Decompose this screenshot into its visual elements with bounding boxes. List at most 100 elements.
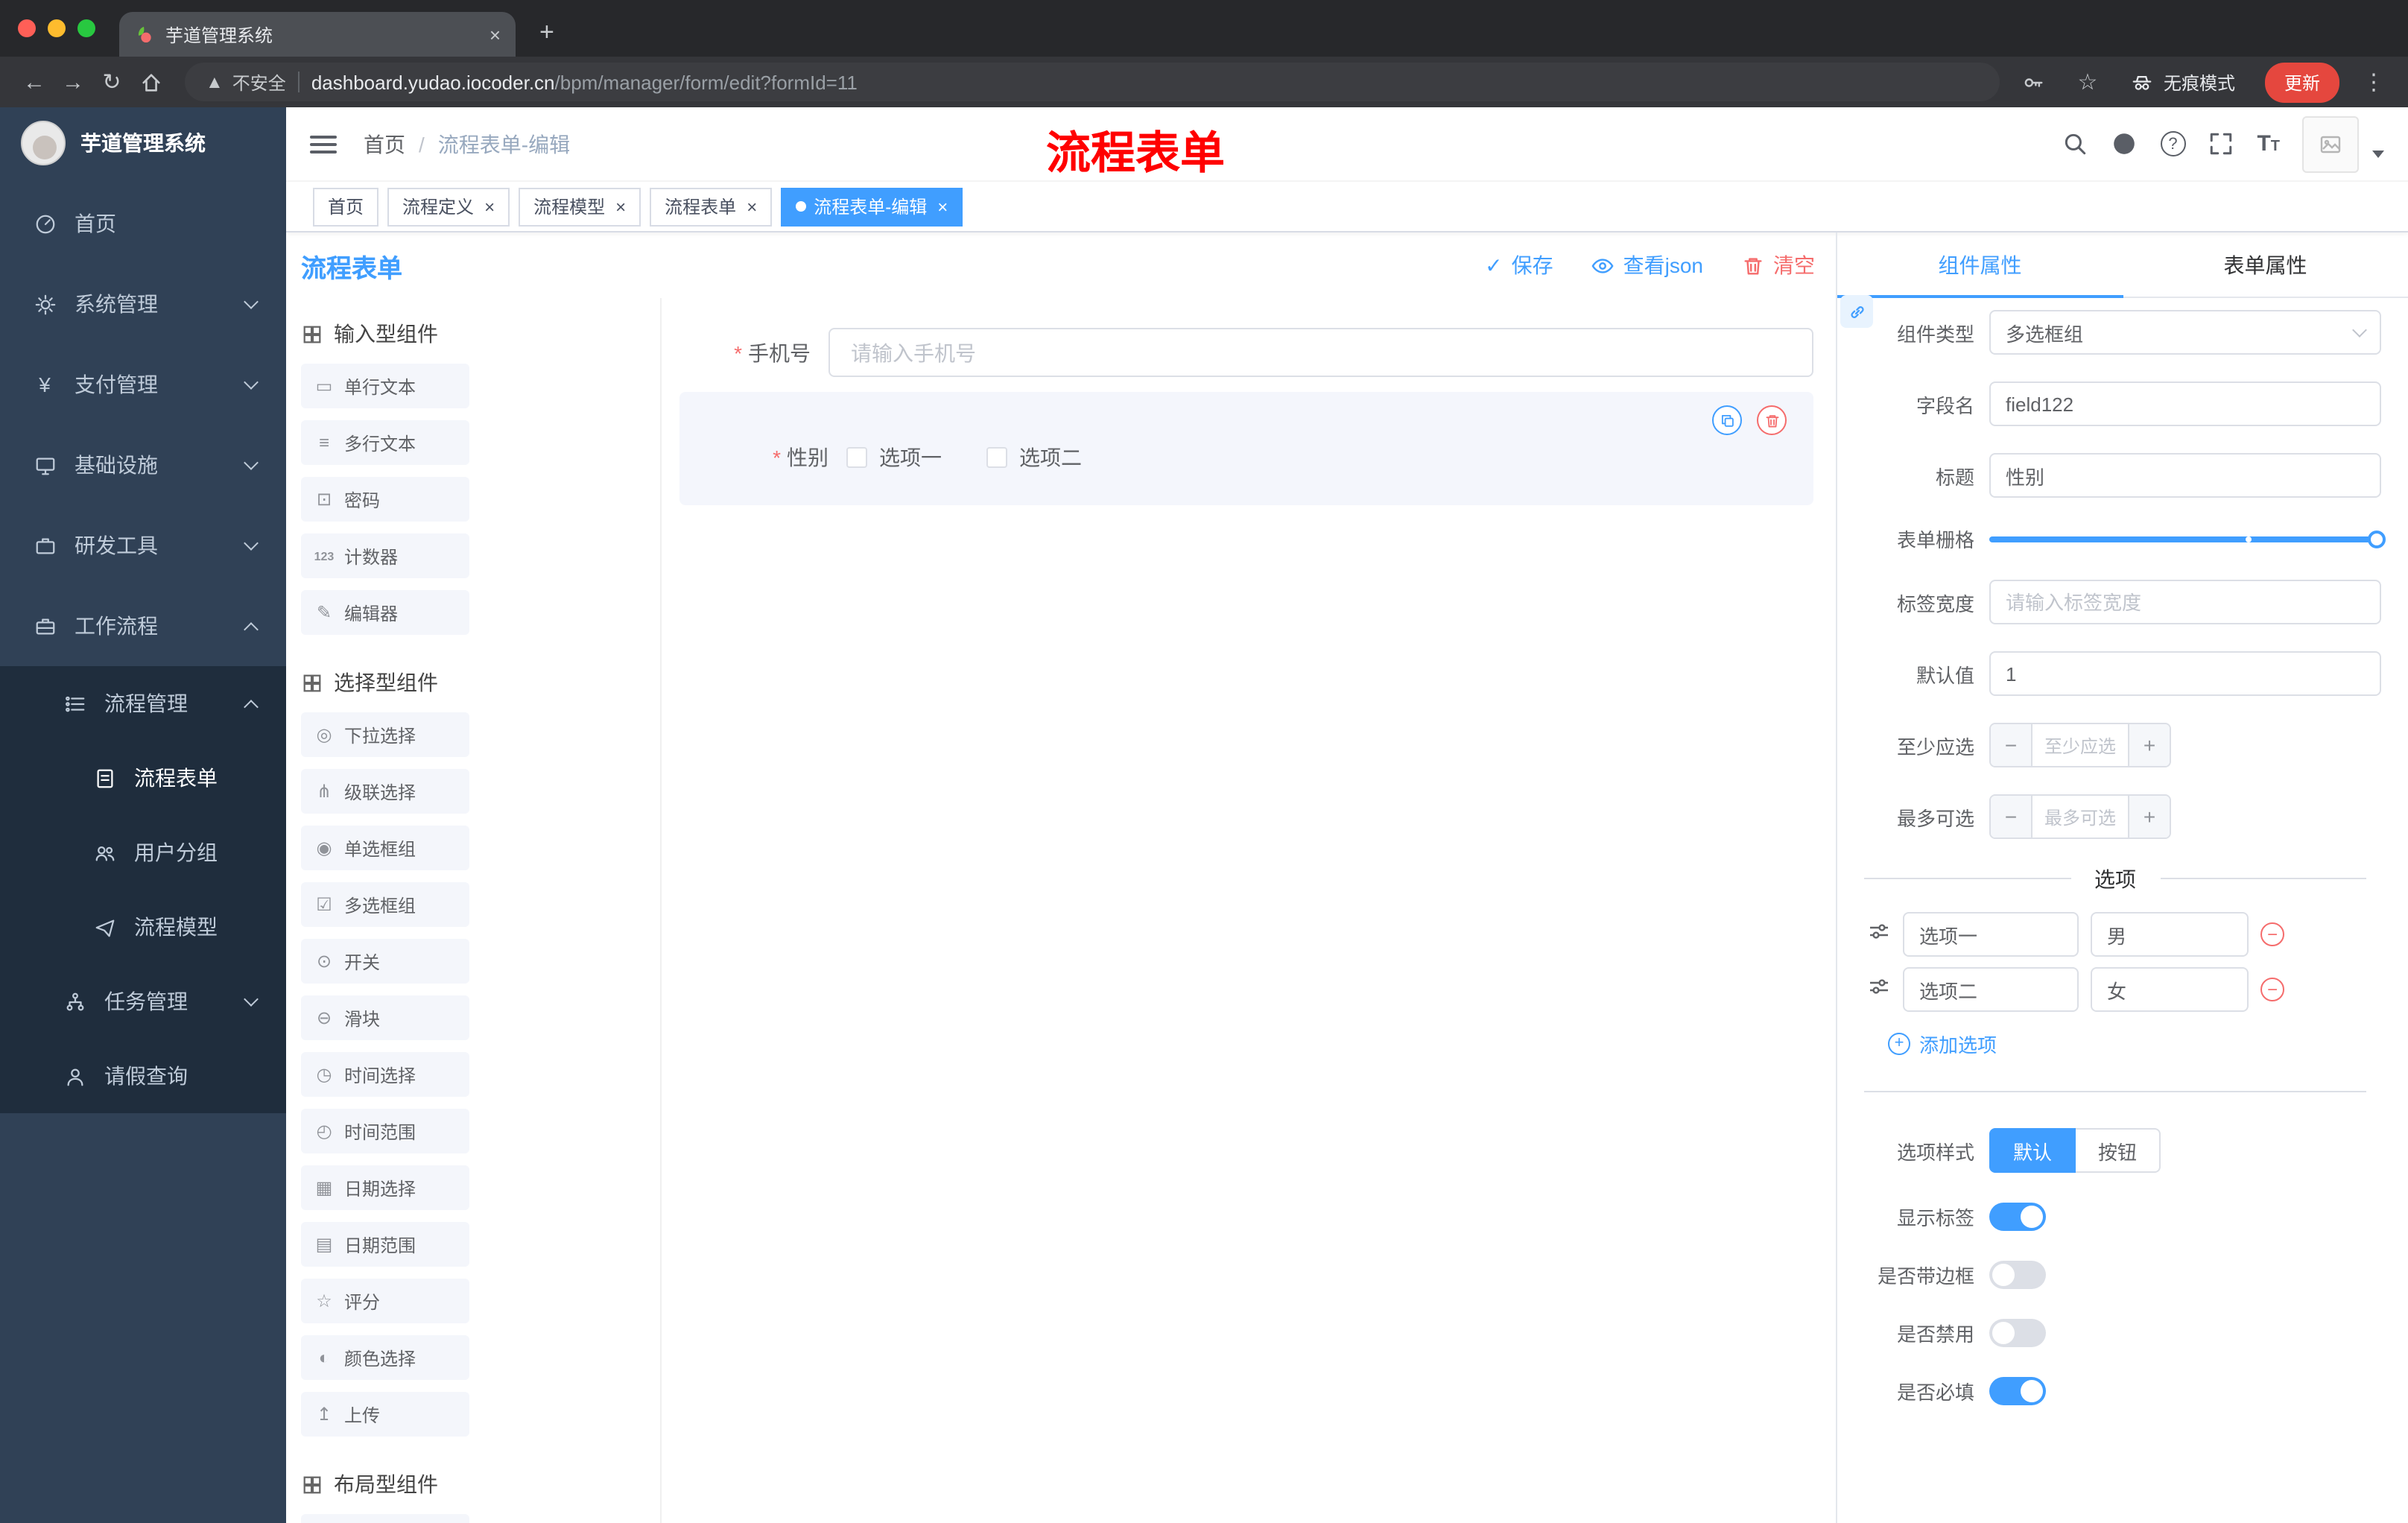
sidebar-item-system-management[interactable]: 系统管理 bbox=[0, 264, 286, 344]
close-icon[interactable]: × bbox=[615, 196, 626, 217]
canvas-item-gender-selected[interactable]: 性别 选项一 选项二 bbox=[679, 392, 1813, 505]
drag-handle-icon[interactable] bbox=[1867, 919, 1891, 950]
sidebar-item-dev-tools[interactable]: 研发工具 bbox=[0, 505, 286, 586]
link-icon[interactable] bbox=[1840, 295, 1873, 328]
help-icon[interactable]: ? bbox=[2160, 131, 2186, 156]
palette-item-rate[interactable]: ☆ 评分 bbox=[301, 1279, 469, 1323]
tag-process-model[interactable]: 流程模型 × bbox=[519, 187, 641, 226]
slider-handle[interactable] bbox=[2368, 530, 2386, 548]
copy-item-button[interactable] bbox=[1712, 405, 1742, 435]
avatar[interactable] bbox=[2302, 115, 2359, 172]
palette-item-date-picker[interactable]: ▦ 日期选择 bbox=[301, 1165, 469, 1210]
option-value-input[interactable] bbox=[2091, 967, 2249, 1012]
tab-component-props[interactable]: 组件属性 bbox=[1837, 232, 2123, 298]
hamburger-icon[interactable] bbox=[310, 135, 337, 153]
required-toggle[interactable] bbox=[1989, 1377, 2046, 1405]
new-tab-button[interactable]: + bbox=[539, 18, 554, 48]
add-option-button[interactable]: + 添加选项 bbox=[1849, 1030, 2381, 1058]
search-icon[interactable] bbox=[2062, 130, 2088, 157]
palette-item-multi-text[interactable]: ≡ 多行文本 bbox=[301, 420, 469, 465]
tab-form-props[interactable]: 表单属性 bbox=[2123, 232, 2408, 297]
password-key-icon[interactable] bbox=[2015, 64, 2053, 100]
view-json-button[interactable]: 查看json bbox=[1592, 250, 1703, 280]
grid-slider[interactable] bbox=[1989, 530, 2386, 548]
phone-input[interactable] bbox=[828, 328, 1813, 377]
palette-item-switch[interactable]: ⊙ 开关 bbox=[301, 939, 469, 984]
home-icon[interactable] bbox=[131, 64, 170, 100]
font-size-icon[interactable]: TT bbox=[2257, 131, 2280, 156]
save-button[interactable]: ✓ 保存 bbox=[1485, 250, 1553, 280]
option-value-input[interactable] bbox=[2091, 912, 2249, 957]
palette-item-counter[interactable]: 123 计数器 bbox=[301, 533, 469, 578]
disabled-toggle[interactable] bbox=[1989, 1319, 2046, 1347]
default-value-input[interactable] bbox=[1989, 651, 2381, 696]
back-icon[interactable]: ← bbox=[15, 64, 54, 100]
bookmark-star-icon[interactable]: ☆ bbox=[2068, 64, 2107, 100]
palette-item-upload[interactable]: ↥ 上传 bbox=[301, 1392, 469, 1437]
caret-down-icon[interactable] bbox=[2372, 151, 2384, 158]
browser-tab[interactable]: 芋道管理系统 × bbox=[119, 12, 516, 57]
remove-option-icon[interactable]: − bbox=[2260, 978, 2284, 1001]
gender-option-1-checkbox[interactable]: 选项一 bbox=[846, 443, 942, 472]
sidebar-item-leave-query[interactable]: 请假查询 bbox=[0, 1039, 286, 1113]
delete-item-button[interactable] bbox=[1757, 405, 1787, 435]
zoom-window-button[interactable] bbox=[77, 19, 95, 37]
forward-icon[interactable]: → bbox=[54, 64, 92, 100]
show-label-toggle[interactable] bbox=[1989, 1203, 2046, 1231]
tab-close-icon[interactable]: × bbox=[489, 23, 501, 45]
style-default-button[interactable]: 默认 bbox=[1989, 1128, 2076, 1173]
canvas-item-phone[interactable]: 手机号 bbox=[679, 328, 1813, 377]
sidebar-item-process-form[interactable]: 流程表单 bbox=[0, 741, 286, 815]
remove-option-icon[interactable]: − bbox=[2260, 922, 2284, 946]
plus-icon[interactable]: + bbox=[2128, 724, 2170, 766]
option-label-input[interactable] bbox=[1903, 912, 2079, 957]
reload-icon[interactable]: ↻ bbox=[92, 64, 131, 100]
palette-item-cascader[interactable]: ⋔ 级联选择 bbox=[301, 769, 469, 814]
gender-option-2-checkbox[interactable]: 选项二 bbox=[986, 443, 1082, 472]
option-label-input[interactable] bbox=[1903, 967, 2079, 1012]
close-icon[interactable]: × bbox=[937, 196, 948, 217]
github-icon[interactable] bbox=[2111, 130, 2138, 157]
close-icon[interactable]: × bbox=[747, 196, 757, 217]
palette-item-time-picker[interactable]: ◷ 时间选择 bbox=[301, 1052, 469, 1097]
tag-process-form-edit[interactable]: 流程表单-编辑 × bbox=[781, 187, 963, 226]
title-input[interactable] bbox=[1989, 453, 2381, 498]
sidebar-item-process-management[interactable]: 流程管理 bbox=[0, 666, 286, 741]
field-name-input[interactable] bbox=[1989, 381, 2381, 426]
clear-button[interactable]: 清空 bbox=[1742, 250, 1815, 280]
style-button-button[interactable]: 按钮 bbox=[2076, 1128, 2161, 1173]
security-indicator[interactable]: ▲ 不安全 bbox=[206, 69, 286, 95]
fullscreen-icon[interactable] bbox=[2208, 130, 2234, 157]
breadcrumb-home[interactable]: 首页 bbox=[364, 129, 405, 159]
palette-item-row-container[interactable]: ▣行容器 bbox=[301, 1514, 469, 1523]
border-toggle[interactable] bbox=[1989, 1261, 2046, 1289]
min-select-value[interactable]: 至少应选 bbox=[2032, 724, 2128, 766]
minus-icon[interactable]: − bbox=[1991, 724, 2032, 766]
tag-process-form[interactable]: 流程表单 × bbox=[650, 187, 773, 226]
label-width-input[interactable] bbox=[1989, 580, 2381, 624]
palette-item-checkbox-group[interactable]: ☑ 多选框组 bbox=[301, 882, 469, 927]
close-icon[interactable]: × bbox=[484, 196, 495, 217]
tag-process-definition[interactable]: 流程定义 × bbox=[387, 187, 510, 226]
palette-item-date-range[interactable]: ▤ 日期范围 bbox=[301, 1222, 469, 1267]
sidebar-item-infrastructure[interactable]: 基础设施 bbox=[0, 425, 286, 505]
minus-icon[interactable]: − bbox=[1991, 796, 2032, 838]
sidebar-item-payment-management[interactable]: ¥ 支付管理 bbox=[0, 344, 286, 425]
browser-update-button[interactable]: 更新 bbox=[2264, 62, 2339, 102]
sidebar-item-workflow[interactable]: 工作流程 bbox=[0, 586, 286, 666]
sidebar-item-user-group[interactable]: 用户分组 bbox=[0, 815, 286, 890]
palette-item-slider[interactable]: ⊖ 滑块 bbox=[301, 995, 469, 1040]
palette-item-select[interactable]: ◎ 下拉选择 bbox=[301, 712, 469, 757]
palette-item-time-range[interactable]: ◴ 时间范围 bbox=[301, 1109, 469, 1153]
palette-item-editor[interactable]: ✎ 编辑器 bbox=[301, 590, 469, 635]
plus-icon[interactable]: + bbox=[2128, 796, 2170, 838]
minimize-window-button[interactable] bbox=[48, 19, 66, 37]
sidebar-item-home[interactable]: 首页 bbox=[0, 183, 286, 264]
palette-item-password[interactable]: ⊡ 密码 bbox=[301, 477, 469, 522]
palette-item-single-text[interactable]: ▭ 单行文本 bbox=[301, 364, 469, 408]
close-window-button[interactable] bbox=[18, 19, 36, 37]
address-bar[interactable]: ▲ 不安全 dashboard.yudao.iocoder.cn/bpm/man… bbox=[185, 63, 2000, 101]
max-select-value[interactable]: 最多可选 bbox=[2032, 796, 2128, 838]
palette-item-radio-group[interactable]: ◉ 单选框组 bbox=[301, 826, 469, 870]
sidebar-logo[interactable]: 芋道管理系统 bbox=[0, 107, 286, 179]
